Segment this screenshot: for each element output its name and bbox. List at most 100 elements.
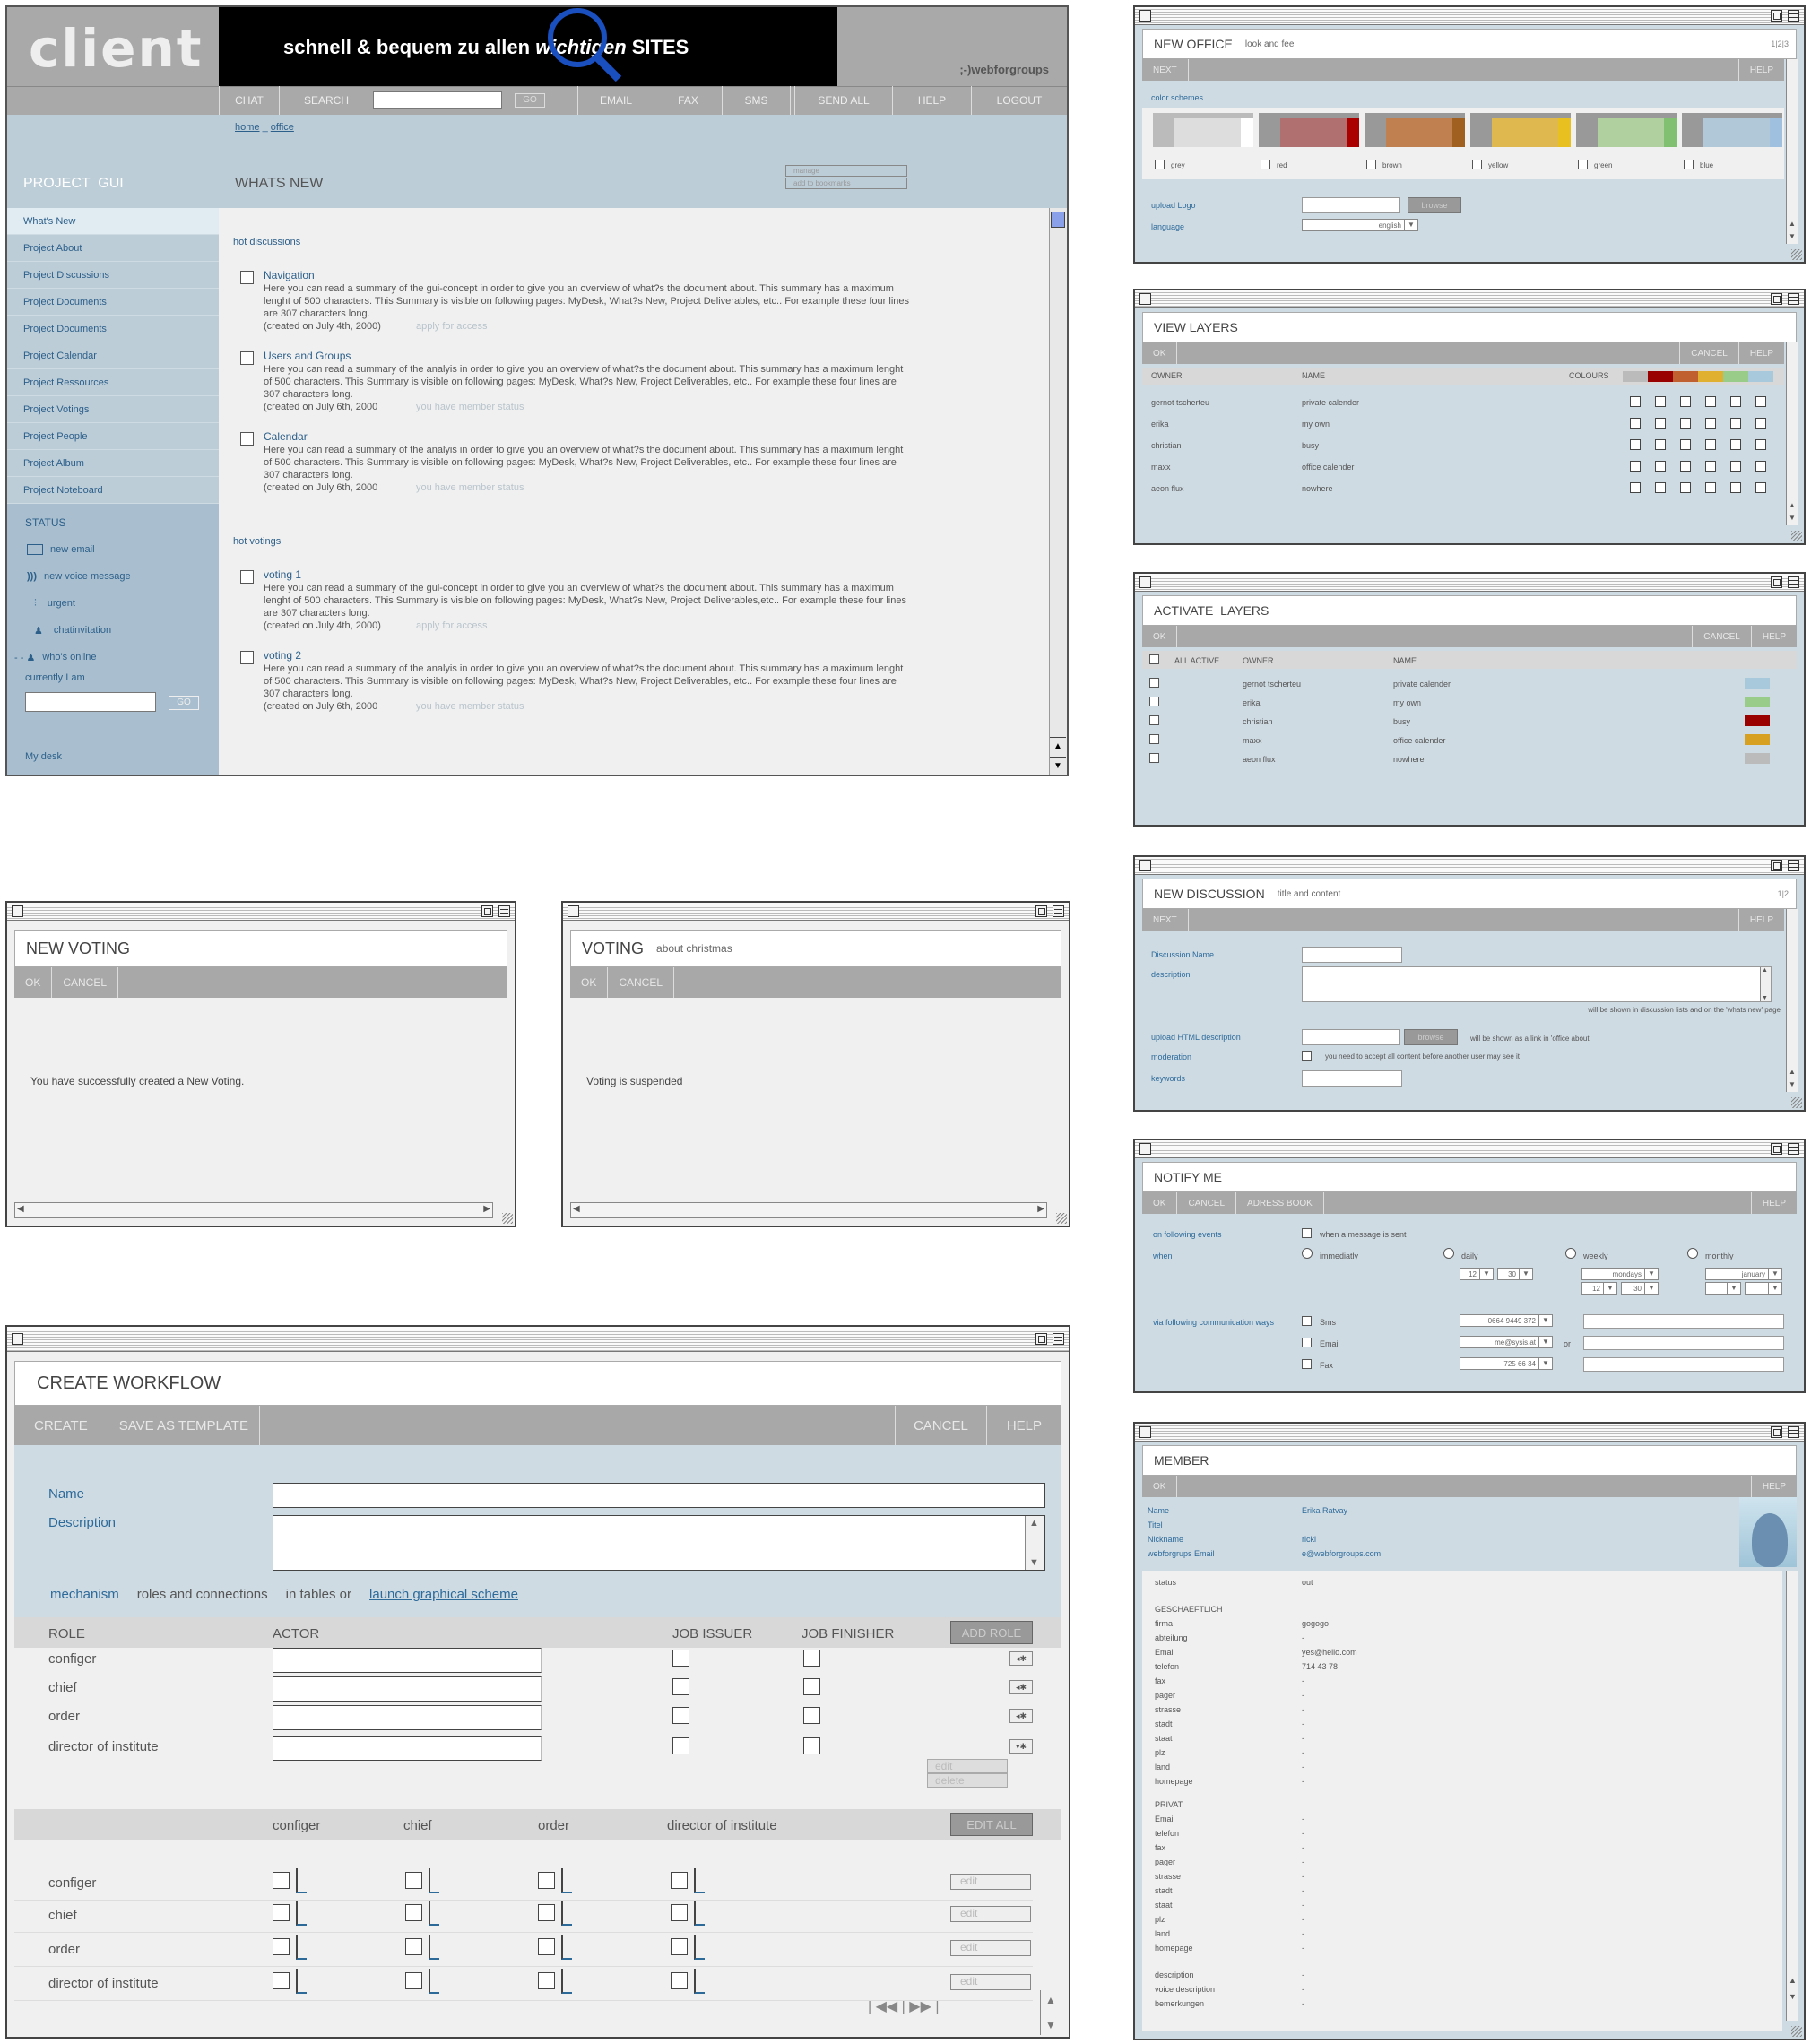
layer-colour-checkbox[interactable] xyxy=(1705,418,1716,429)
matrix-checkbox[interactable] xyxy=(273,1972,290,1989)
workflow-vscroll[interactable]: ▲ ▼ xyxy=(1040,1990,1061,2035)
zoom-box-icon[interactable] xyxy=(1771,576,1782,588)
close-box-icon[interactable] xyxy=(12,1333,23,1345)
layer-checkbox[interactable] xyxy=(1149,678,1159,688)
weekly-radio[interactable] xyxy=(1565,1248,1576,1259)
collapse-box-icon[interactable] xyxy=(1788,10,1799,22)
down-arrow-icon[interactable]: ▼ xyxy=(1789,514,1796,522)
layer-colour-checkbox[interactable] xyxy=(1680,439,1691,450)
bookmarks-button[interactable]: add to bookmarks xyxy=(785,178,907,189)
up-arrow-icon[interactable]: ▲ xyxy=(1789,501,1796,509)
hscrollbar[interactable]: ◀ ▶ xyxy=(14,1202,493,1218)
scroll-down-arrow-icon[interactable]: ▼ xyxy=(1050,757,1066,775)
up-arrow-icon[interactable]: ▲ xyxy=(1789,220,1796,228)
monthly-month-select[interactable]: january xyxy=(1705,1268,1782,1280)
collapse-box-icon[interactable] xyxy=(1053,905,1064,917)
collapse-box-icon[interactable] xyxy=(1788,293,1799,305)
scheme-checkbox[interactable] xyxy=(1366,160,1376,169)
ok-button[interactable]: OK xyxy=(1142,342,1178,364)
scheme-preview[interactable] xyxy=(1682,113,1782,147)
row-arrow-icon[interactable]: ◂✱ xyxy=(1009,1680,1033,1694)
matrix-checkbox[interactable] xyxy=(538,1872,555,1889)
vscroll[interactable]: ▲ ▼ xyxy=(1786,59,1798,244)
nav-logout[interactable]: LOGOUT xyxy=(972,86,1067,115)
monthly-day-select[interactable] xyxy=(1705,1282,1741,1295)
layer-colour-checkbox[interactable] xyxy=(1730,439,1741,450)
email-extra-input[interactable] xyxy=(1583,1336,1784,1350)
save-template-button[interactable]: SAVE AS TEMPLATE xyxy=(108,1406,260,1445)
sidebar-item-documents[interactable]: Project Documents xyxy=(7,289,219,316)
matrix-checkbox[interactable] xyxy=(273,1904,290,1921)
help-button[interactable]: HELP xyxy=(1739,342,1784,364)
close-box-icon[interactable] xyxy=(1139,576,1151,588)
weekly-minute-select[interactable]: 30 xyxy=(1621,1282,1659,1295)
actor-input[interactable] xyxy=(273,1705,542,1730)
collapse-box-icon[interactable] xyxy=(1788,1426,1799,1438)
status-new-email[interactable]: new email xyxy=(7,536,219,563)
cancel-button[interactable]: CANCEL xyxy=(52,967,119,998)
desc-scroll[interactable]: ▲ ▼ xyxy=(1760,967,1771,1001)
immediatly-radio[interactable] xyxy=(1302,1248,1313,1259)
scheme-checkbox[interactable] xyxy=(1684,160,1694,169)
layer-colour-checkbox[interactable] xyxy=(1755,461,1766,472)
job-finisher-checkbox[interactable] xyxy=(803,1650,820,1667)
daily-radio[interactable] xyxy=(1443,1248,1454,1259)
layer-colour-checkbox[interactable] xyxy=(1655,418,1666,429)
layer-colour-checkbox[interactable] xyxy=(1730,396,1741,407)
job-finisher-checkbox[interactable] xyxy=(803,1707,820,1724)
daily-minute-select[interactable]: 30 xyxy=(1497,1268,1533,1280)
layer-colour-checkbox[interactable] xyxy=(1705,482,1716,493)
matrix-checkbox[interactable] xyxy=(538,1938,555,1955)
description-input[interactable]: ▲ ▼ xyxy=(273,1515,1045,1571)
matrix-checkbox[interactable] xyxy=(671,1938,688,1955)
layer-colour-checkbox[interactable] xyxy=(1655,439,1666,450)
item-checkbox[interactable] xyxy=(240,351,254,365)
monthly-radio[interactable] xyxy=(1687,1248,1698,1259)
matrix-edit-button[interactable]: edit xyxy=(950,1874,1031,1890)
resize-grip-icon[interactable] xyxy=(1791,249,1802,260)
name-input[interactable] xyxy=(273,1483,1045,1508)
layer-colour-checkbox[interactable] xyxy=(1680,396,1691,407)
item-title[interactable]: voting 1 xyxy=(264,568,301,581)
vscroll[interactable]: ▲ ▼ xyxy=(1786,342,1798,525)
actor-input[interactable] xyxy=(273,1676,542,1702)
sms-number-select[interactable]: 0664 9449 372 xyxy=(1460,1314,1553,1327)
row-arrow-icon[interactable]: ◂✱ xyxy=(1009,1651,1033,1666)
fax-checkbox[interactable] xyxy=(1302,1359,1312,1369)
layer-colour-checkbox[interactable] xyxy=(1630,439,1641,450)
nav-sms[interactable]: SMS xyxy=(723,86,791,115)
close-box-icon[interactable] xyxy=(1139,860,1151,871)
sidebar-item-noteboard[interactable]: Project Noteboard xyxy=(7,477,219,504)
up-arrow-icon[interactable]: ▲ xyxy=(1029,1518,1039,1529)
layer-colour-checkbox[interactable] xyxy=(1630,482,1641,493)
keywords-input[interactable] xyxy=(1302,1070,1402,1087)
rewind-icon[interactable]: | ◀◀ xyxy=(868,1999,902,2014)
layer-colour-checkbox[interactable] xyxy=(1730,461,1741,472)
layer-colour-checkbox[interactable] xyxy=(1680,418,1691,429)
breadcrumb-home[interactable]: home xyxy=(235,122,260,133)
language-select[interactable]: english xyxy=(1302,219,1418,231)
status-input[interactable] xyxy=(25,692,156,712)
down-arrow-icon[interactable]: ▼ xyxy=(1762,995,1768,1001)
browse-button[interactable]: browse xyxy=(1404,1029,1458,1045)
scheme-preview[interactable] xyxy=(1365,113,1465,147)
item-checkbox[interactable] xyxy=(240,570,254,584)
status-voice-message[interactable]: ))) new voice message xyxy=(7,563,219,590)
zoom-box-icon[interactable] xyxy=(481,905,493,917)
matrix-checkbox[interactable] xyxy=(671,1972,688,1989)
email-checkbox[interactable] xyxy=(1302,1338,1312,1347)
zoom-box-icon[interactable] xyxy=(1035,1333,1047,1345)
scroll-thumb[interactable] xyxy=(1051,212,1065,228)
add-role-button[interactable]: ADD ROLE xyxy=(950,1621,1033,1644)
hscrollbar[interactable]: ◀ ▶ xyxy=(570,1202,1047,1218)
layer-colour-checkbox[interactable] xyxy=(1630,418,1641,429)
matrix-checkbox[interactable] xyxy=(273,1938,290,1955)
sms-extra-input[interactable] xyxy=(1583,1314,1784,1329)
layer-colour-checkbox[interactable] xyxy=(1705,439,1716,450)
matrix-edit-button[interactable]: edit xyxy=(950,1906,1031,1922)
resize-grip-icon[interactable] xyxy=(1791,531,1802,541)
item-status-link[interactable]: you have member status xyxy=(416,402,524,412)
row-arrow-icon[interactable]: ◂✱ xyxy=(1009,1709,1033,1723)
item-title[interactable]: Calendar xyxy=(264,430,308,443)
delete-button[interactable]: delete xyxy=(927,1773,1008,1788)
